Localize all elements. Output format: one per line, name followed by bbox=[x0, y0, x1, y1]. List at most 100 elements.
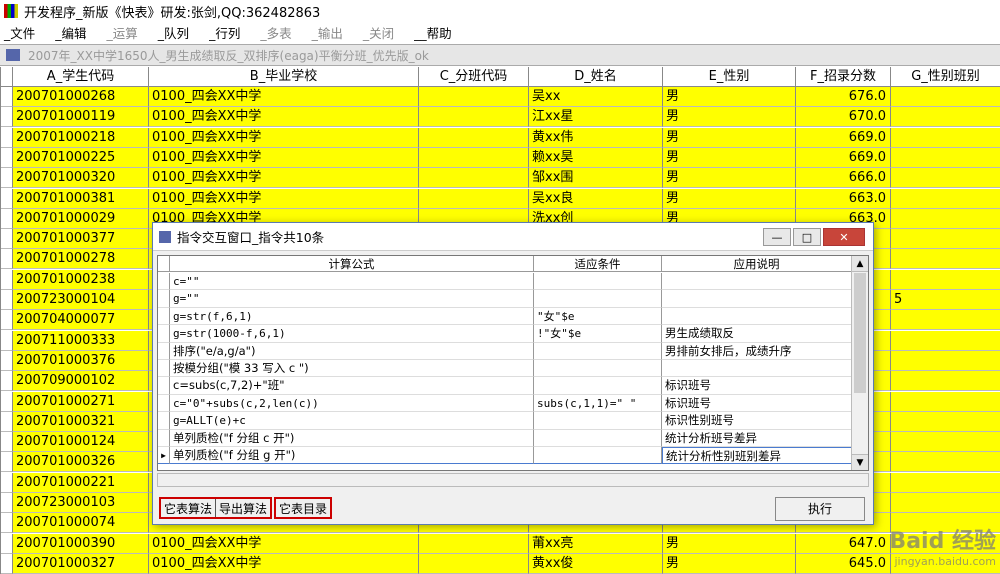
command-cell[interactable]: 男生成绩取反 bbox=[662, 325, 852, 343]
table-cell[interactable]: 200701000390 bbox=[13, 533, 149, 554]
row-indicator[interactable] bbox=[1, 533, 13, 554]
command-cell[interactable]: 男排前女排后，成绩升序 bbox=[662, 342, 852, 360]
column-header[interactable]: F_招录分数 bbox=[796, 67, 891, 87]
export-algorithm-label[interactable]: 导出算法 bbox=[219, 499, 267, 517]
other-table-directory-button[interactable]: 它表目录 bbox=[274, 497, 333, 519]
table-cell[interactable]: 200701000221 bbox=[13, 472, 149, 493]
menu-item[interactable]: __帮助 bbox=[414, 23, 452, 42]
row-indicator[interactable] bbox=[1, 188, 13, 209]
command-table[interactable]: 计算公式 适应条件 应用说明 c="" g="" g=str(f,6,1) "女"$e g=… bbox=[157, 255, 869, 471]
menu-item[interactable]: _编辑 bbox=[55, 23, 86, 42]
table-row[interactable]: 200701000268 0100_四会XX中学 吴xx 男 676.0 bbox=[1, 87, 1000, 107]
row-indicator[interactable] bbox=[1, 371, 13, 392]
command-column-header[interactable]: 适应条件 bbox=[534, 256, 662, 272]
table-cell[interactable] bbox=[891, 472, 1000, 493]
row-pointer-icon[interactable]: ▶ bbox=[158, 447, 170, 465]
table-row[interactable]: 200701000327 0100_四会XX中学 黄xx俊男 645.0 bbox=[1, 553, 1000, 574]
table-cell[interactable]: 200723000104 bbox=[13, 290, 149, 310]
table-cell[interactable]: 5 bbox=[891, 290, 1000, 310]
table-cell[interactable] bbox=[891, 107, 1000, 128]
table-cell[interactable]: 黄xx俊 bbox=[529, 553, 663, 574]
table-cell[interactable]: 男 bbox=[663, 533, 796, 554]
table-cell[interactable]: 吴xx bbox=[529, 87, 663, 107]
menu-item[interactable]: _运算 bbox=[107, 23, 138, 42]
command-cell[interactable] bbox=[534, 273, 662, 291]
row-indicator[interactable] bbox=[1, 87, 13, 107]
table-cell[interactable]: 莆xx亮 bbox=[529, 533, 663, 554]
menu-item[interactable]: _行列 bbox=[209, 23, 240, 42]
table-cell[interactable] bbox=[419, 533, 529, 554]
row-selector[interactable] bbox=[158, 429, 170, 447]
table-cell[interactable] bbox=[891, 310, 1000, 331]
row-selector[interactable] bbox=[158, 377, 170, 395]
table-row[interactable]: 200701000390 0100_四会XX中学 莆xx亮男 647.0 bbox=[1, 533, 1000, 554]
row-indicator[interactable] bbox=[1, 493, 13, 513]
table-cell[interactable]: 0100_四会XX中学 bbox=[149, 87, 419, 107]
row-indicator[interactable] bbox=[1, 310, 13, 331]
table-cell[interactable]: 670.0 bbox=[796, 107, 891, 128]
command-cell[interactable]: 标识班号 bbox=[662, 394, 852, 413]
row-indicator[interactable] bbox=[1, 452, 13, 473]
command-cell[interactable]: subs(c,1,1)=" " bbox=[534, 394, 662, 413]
command-cell[interactable]: 统计分析性别班别差异 bbox=[662, 447, 852, 465]
scroll-thumb[interactable] bbox=[854, 273, 866, 393]
table-cell[interactable]: 0100_四会XX中学 bbox=[149, 107, 419, 128]
row-selector[interactable] bbox=[158, 307, 170, 326]
row-indicator[interactable] bbox=[1, 411, 13, 432]
table-cell[interactable] bbox=[419, 168, 529, 189]
command-cell[interactable] bbox=[534, 412, 662, 430]
row-indicator[interactable] bbox=[1, 330, 13, 351]
command-cell[interactable]: 排序("e/a,g/a") bbox=[170, 342, 534, 360]
row-indicator[interactable] bbox=[1, 350, 13, 371]
row-indicator[interactable] bbox=[1, 290, 13, 310]
command-cell[interactable] bbox=[534, 290, 662, 308]
column-header[interactable]: A_学生代码 bbox=[13, 67, 149, 87]
other-table-algorithm-button[interactable]: 它表算法 导出算法 bbox=[159, 497, 273, 519]
command-cell[interactable]: 标识性别班号 bbox=[662, 412, 852, 430]
table-row[interactable]: 200701000320 0100_四会XX中学 邹xx围男 666.0 bbox=[1, 168, 1000, 189]
row-indicator[interactable] bbox=[1, 249, 13, 270]
table-cell[interactable] bbox=[891, 249, 1000, 270]
command-cell[interactable] bbox=[662, 273, 852, 291]
table-cell[interactable]: 200701000124 bbox=[13, 432, 149, 453]
table-cell[interactable]: 676.0 bbox=[796, 87, 891, 107]
table-row[interactable]: 200701000225 0100_四会XX中学 赖xx昊男 669.0 bbox=[1, 147, 1000, 168]
column-header[interactable]: D_姓名 bbox=[529, 67, 663, 87]
menu-item[interactable]: _多表 bbox=[260, 23, 291, 42]
menu-item[interactable]: _关闭 bbox=[363, 23, 394, 42]
table-cell[interactable]: 吴xx良 bbox=[529, 188, 663, 209]
menu-item[interactable]: _文件 bbox=[4, 23, 35, 42]
table-cell[interactable]: 0100_四会XX中学 bbox=[149, 533, 419, 554]
table-cell[interactable] bbox=[419, 127, 529, 148]
table-cell[interactable]: 男 bbox=[663, 87, 796, 107]
table-cell[interactable]: 647.0 bbox=[796, 533, 891, 554]
table-cell[interactable]: 200701000377 bbox=[13, 229, 149, 250]
command-row[interactable]: c="0"+subs(c,2,len(c)) subs(c,1,1)=" " 标识班… bbox=[158, 394, 852, 413]
table-cell[interactable] bbox=[891, 350, 1000, 371]
table-cell[interactable]: 666.0 bbox=[796, 168, 891, 189]
table-cell[interactable]: 0100_四会XX中学 bbox=[149, 188, 419, 209]
table-cell[interactable] bbox=[891, 411, 1000, 432]
table-cell[interactable] bbox=[891, 432, 1000, 453]
table-cell[interactable] bbox=[891, 229, 1000, 250]
table-cell[interactable]: 663.0 bbox=[796, 188, 891, 209]
table-row[interactable]: 200701000218 0100_四会XX中学 黄xx伟男 669.0 bbox=[1, 127, 1000, 148]
table-cell[interactable] bbox=[891, 269, 1000, 290]
row-indicator[interactable] bbox=[1, 229, 13, 250]
command-cell[interactable] bbox=[534, 360, 662, 378]
row-indicator[interactable] bbox=[1, 208, 13, 229]
table-cell[interactable]: 200701000381 bbox=[13, 188, 149, 209]
row-indicator[interactable] bbox=[1, 168, 13, 189]
command-cell[interactable]: 标识班号 bbox=[662, 377, 852, 395]
table-cell[interactable] bbox=[891, 127, 1000, 148]
table-cell[interactable]: 邹xx围 bbox=[529, 168, 663, 189]
table-cell[interactable]: 0100_四会XX中学 bbox=[149, 147, 419, 168]
execute-button[interactable]: 执行 bbox=[775, 497, 865, 521]
table-cell[interactable]: 赖xx昊 bbox=[529, 147, 663, 168]
row-indicator[interactable] bbox=[1, 127, 13, 148]
table-cell[interactable]: 200701000321 bbox=[13, 411, 149, 432]
table-cell[interactable] bbox=[419, 147, 529, 168]
command-cell[interactable]: 单列质检("f 分组 g 开") bbox=[170, 447, 534, 465]
table-cell[interactable] bbox=[891, 168, 1000, 189]
row-indicator[interactable] bbox=[1, 391, 13, 412]
